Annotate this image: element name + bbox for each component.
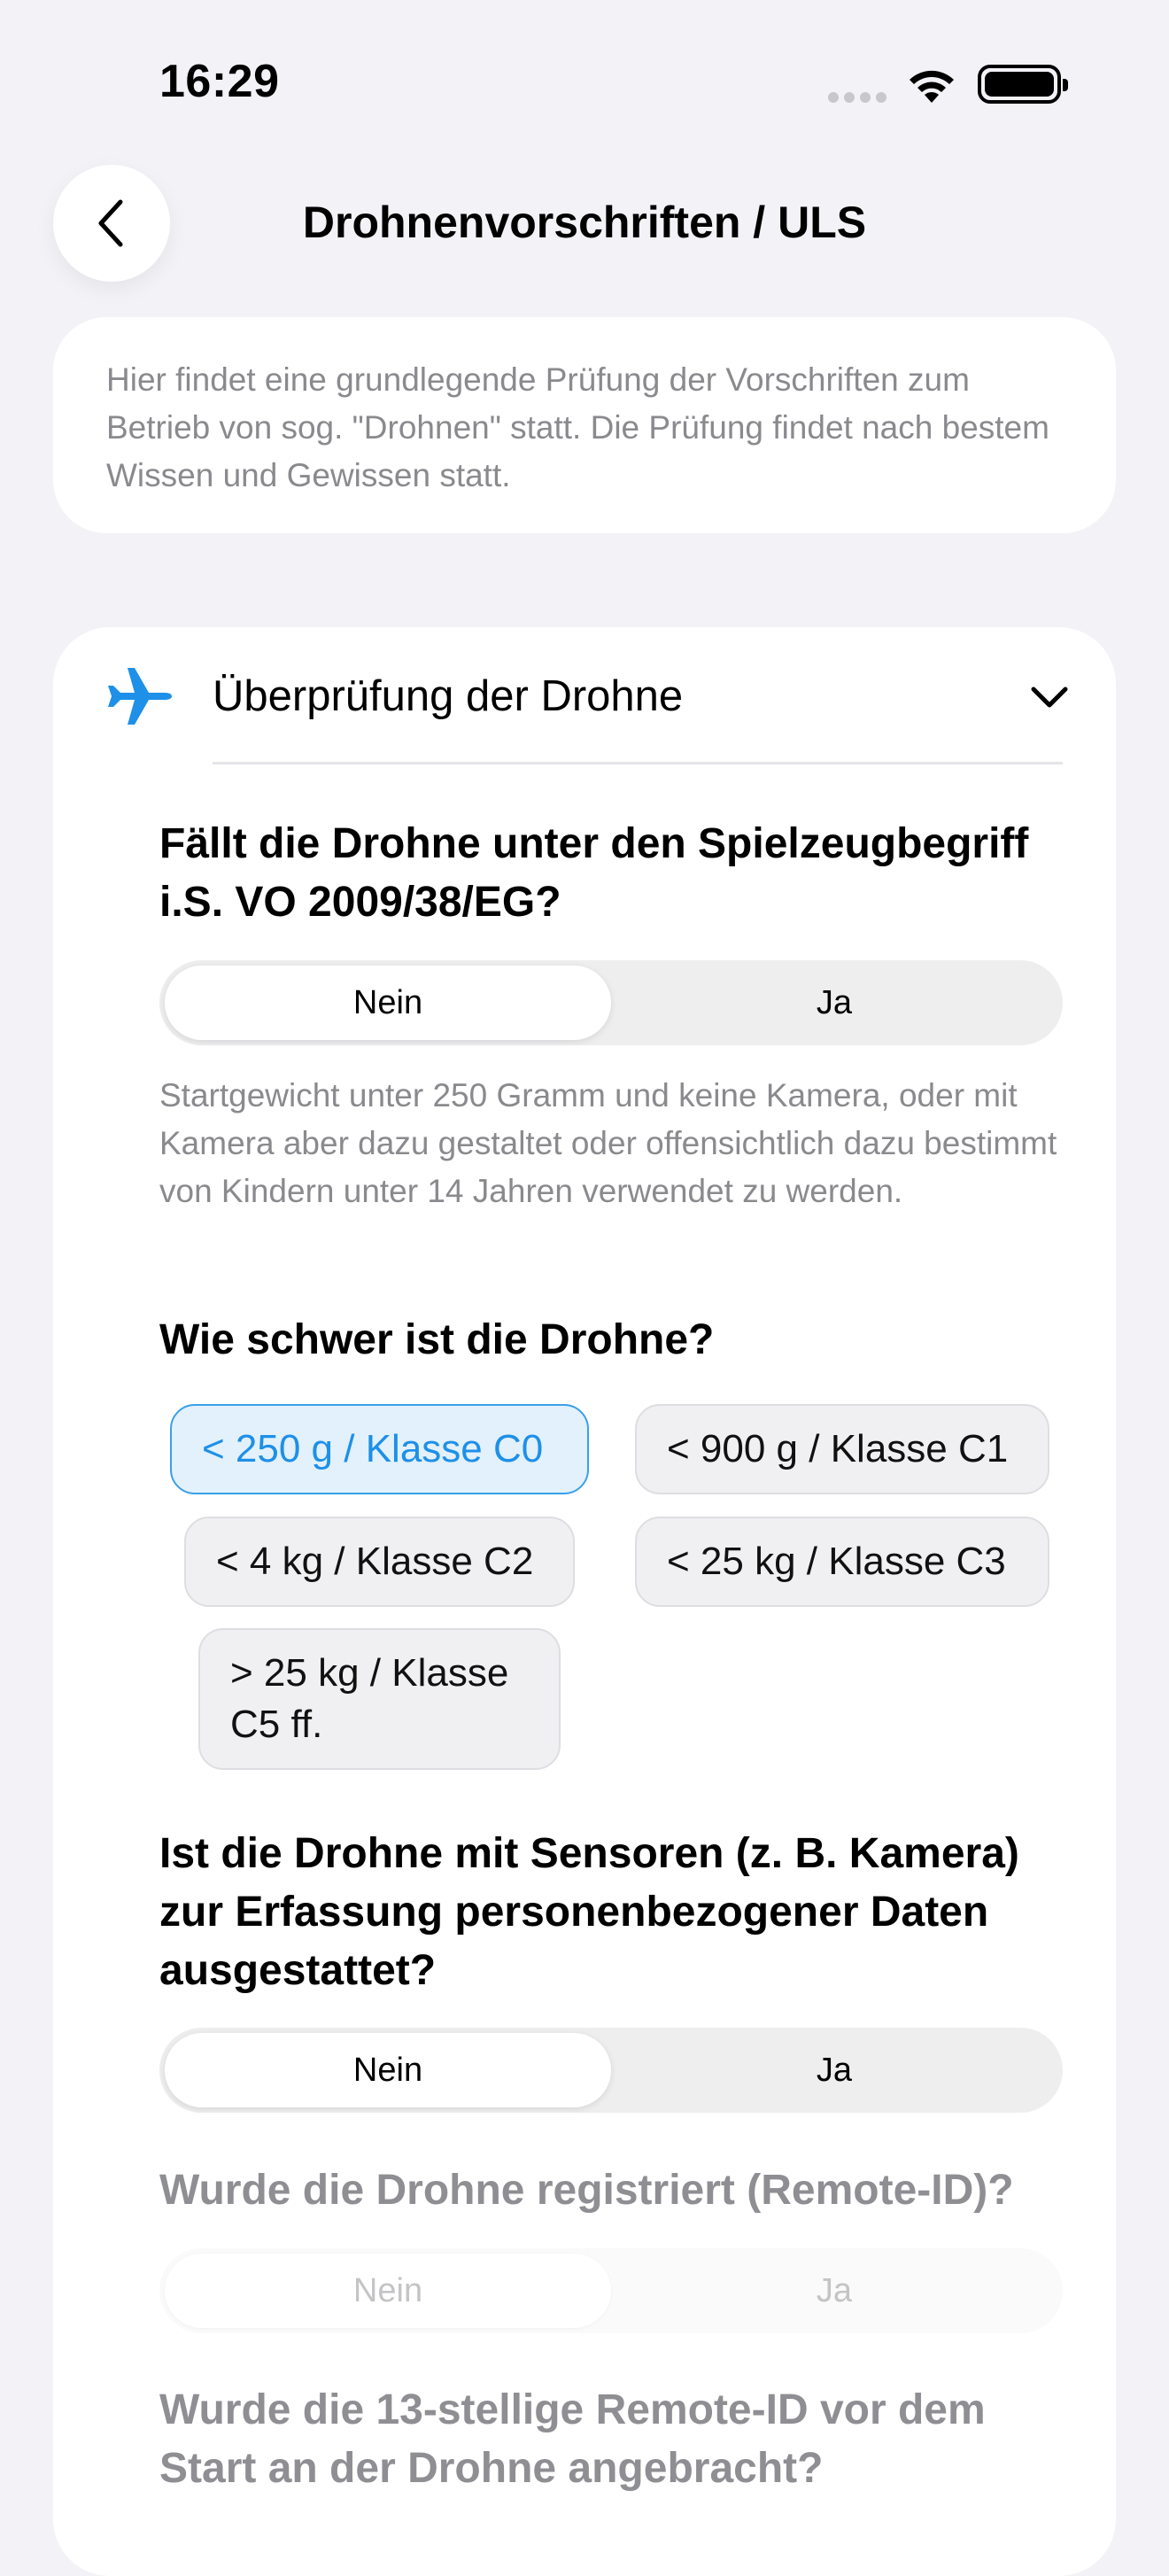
registration-option-nein: Nein	[165, 2254, 611, 2328]
wifi-icon	[910, 70, 954, 103]
registration-segmented-control: Nein Ja	[159, 2248, 1063, 2333]
toy-option-nein[interactable]: Nein	[165, 966, 611, 1040]
toy-segmented-control[interactable]: Nein Ja	[159, 960, 1063, 1045]
cellular-signal-icon	[828, 92, 886, 103]
weight-option-c2[interactable]: < 4 kg / Klasse C2	[184, 1517, 575, 1607]
question-sensors: Ist die Drohne mit Sensoren (z. B. Kamer…	[159, 1830, 1019, 1994]
question-toy: Fällt die Drohne unter den Spielzeugbegr…	[159, 820, 1029, 926]
chevron-down-icon[interactable]	[1029, 684, 1070, 710]
page-title: Drohnenvorschriften / ULS	[302, 198, 867, 247]
battery-icon	[978, 65, 1068, 104]
sensors-option-ja[interactable]: Ja	[611, 2033, 1057, 2107]
weight-option-c5[interactable]: > 25 kg / Klasse C5 ff.	[198, 1628, 561, 1770]
registration-option-ja: Ja	[816, 2271, 853, 2309]
info-card: Hier findet eine grundlegende Prüfung de…	[53, 317, 1116, 533]
section-divider	[213, 762, 1063, 764]
question-remote-id: Wurde die 13-stellige Remote-ID vor dem …	[159, 2386, 986, 2492]
weight-option-c1[interactable]: < 900 g / Klasse C1	[635, 1404, 1049, 1494]
question-weight: Wie schwer ist die Drohne?	[159, 1316, 715, 1363]
weight-option-c0[interactable]: < 250 g / Klasse C0	[170, 1404, 589, 1494]
weight-option-c3[interactable]: < 25 kg / Klasse C3	[635, 1517, 1049, 1607]
sensors-segmented-control[interactable]: Nein Ja	[159, 2028, 1063, 2113]
airplane-icon	[108, 668, 172, 725]
status-time: 16:29	[159, 56, 280, 107]
section-title[interactable]: Überprüfung der Drohne	[213, 670, 683, 723]
toy-hint: Startgewicht unter 250 Gramm und keine K…	[159, 1077, 1057, 1209]
info-text: Hier findet eine grundlegende Prüfung de…	[106, 361, 1049, 493]
toy-option-ja[interactable]: Ja	[611, 966, 1057, 1040]
question-registration: Wurde die Drohne registriert (Remote-ID)…	[159, 2167, 1014, 2214]
sensors-option-nein[interactable]: Nein	[165, 2033, 611, 2107]
